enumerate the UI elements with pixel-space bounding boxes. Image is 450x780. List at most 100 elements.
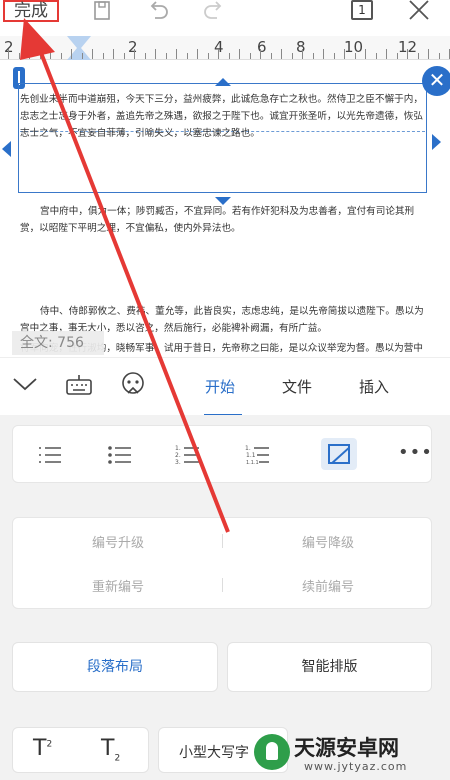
ruler-tick: [155, 49, 156, 59]
script-card: T2 T2: [12, 727, 149, 773]
tab-file[interactable]: 文件: [282, 376, 312, 397]
ruler-tick: [113, 49, 114, 59]
svg-text:1.1.1: 1.1.1: [246, 460, 259, 466]
word-count-badge: 全文: 756: [12, 331, 104, 355]
small-caps-button[interactable]: 小型大写字: [179, 742, 249, 762]
no-list-icon: [328, 444, 350, 464]
watermark: 天源安卓网 www.jytyaz.com: [248, 730, 448, 778]
ruler-tick: [39, 53, 41, 59]
paragraph-2: 宫中府中，俱为一体；陟罚臧否，不宜异同。若有作奸犯科及为忠善者，宜付有司论其刑赏…: [20, 206, 415, 234]
list-style-card: 1. 2. 3. 1. 1.1 1.1.1 •••: [12, 425, 432, 483]
ruler-number: 2: [128, 38, 138, 56]
svg-text:1.: 1.: [245, 445, 251, 452]
ruler-tick: [375, 53, 377, 59]
watermark-title: 天源安卓网: [294, 736, 399, 760]
subscript-mark: 2: [114, 753, 121, 764]
ruler-tick: [239, 49, 240, 59]
ruler-tick: [365, 49, 366, 59]
ruler-tick: [260, 49, 261, 59]
document-canvas[interactable]: ✕ 先创业未半而中道崩殂，今天下三分，益州疲弊，此诚危急存亡之秋也。然侍卫之臣不…: [0, 61, 450, 357]
ruler-tick: [165, 53, 167, 59]
ruler-tick: [249, 53, 251, 59]
ruler-tick: [407, 49, 408, 59]
ruler-number: 8: [296, 38, 306, 56]
paragraph-1: 先创业未半而中道崩殂，今天下三分，益州疲弊，此诚危急存亡之秋也。然侍卫之臣不懈于…: [20, 94, 423, 139]
ruler-tick: [281, 49, 282, 59]
undo-icon[interactable]: [146, 0, 172, 22]
smart-layout-button[interactable]: 智能排版: [227, 642, 432, 692]
ruler-number: 6: [257, 38, 267, 56]
svg-text:1.: 1.: [175, 445, 181, 452]
tab-start[interactable]: 开始: [205, 376, 235, 397]
promote-numbering-button[interactable]: 编号升级: [13, 532, 223, 551]
numbering-card: 编号升级 编号降级 重新编号 续前编号: [12, 517, 432, 609]
ruler-tick: [186, 53, 188, 59]
continue-numbering-button[interactable]: 续前编号: [223, 576, 433, 595]
ruler[interactable]: 2 2 4 6 8 10 12: [0, 36, 450, 60]
no-list-button[interactable]: [321, 438, 357, 470]
right-resize-handle[interactable]: [432, 134, 441, 150]
close-icon[interactable]: [406, 0, 432, 22]
ruler-tick: [417, 53, 419, 59]
superscript-base: T: [33, 736, 47, 761]
more-options-icon[interactable]: •••: [398, 442, 433, 463]
indent-marker-icon[interactable]: [66, 36, 92, 60]
ruler-tick: [302, 49, 303, 59]
ribbon-tab-bar: 开始 文件 插入: [0, 357, 450, 417]
assistant-icon[interactable]: [120, 372, 146, 401]
ruler-tick: [81, 53, 83, 59]
ruler-tick: [197, 49, 198, 59]
done-button[interactable]: 完成: [3, 0, 59, 22]
ruler-tick: [438, 53, 440, 59]
multilevel-list-icon[interactable]: 1. 1.1 1.1.1: [245, 442, 271, 468]
ruler-tick: [29, 49, 30, 59]
superscript-mark: 2: [46, 739, 53, 750]
watermark-logo-icon: [254, 734, 290, 770]
ruler-tick: [428, 49, 429, 59]
watermark-url: www.jytyaz.com: [304, 760, 408, 773]
restart-numbering-button[interactable]: 重新编号: [13, 576, 223, 595]
ruler-tick: [333, 53, 335, 59]
ruler-tick: [60, 53, 62, 59]
subscript-button[interactable]: T2: [101, 736, 120, 763]
ruler-tick: [8, 49, 9, 59]
ruler-tick: [228, 53, 230, 59]
bullet-list-icon[interactable]: [107, 442, 133, 468]
ruler-tick: [18, 53, 20, 59]
tab-insert[interactable]: 插入: [359, 376, 389, 397]
ruler-tick: [354, 53, 356, 59]
superscript-button[interactable]: T2: [33, 736, 52, 761]
demote-numbering-button[interactable]: 编号降级: [223, 532, 433, 551]
ruler-tick: [134, 49, 135, 59]
ruler-tick: [396, 53, 398, 59]
ruler-tick: [123, 53, 125, 59]
left-resize-handle[interactable]: [2, 141, 11, 157]
ruler-tick: [291, 53, 293, 59]
subscript-base: T: [101, 736, 115, 761]
plain-list-icon[interactable]: [37, 442, 63, 468]
ruler-tick: [344, 49, 345, 59]
redo-icon[interactable]: [200, 0, 226, 22]
svg-text:3.: 3.: [175, 459, 181, 466]
keyboard-icon[interactable]: [66, 374, 92, 401]
ruler-tick: [144, 53, 146, 59]
svg-text:1.1: 1.1: [246, 452, 256, 459]
ruler-tick: [92, 49, 93, 59]
ruler-tick: [323, 49, 324, 59]
paragraph-layout-button[interactable]: 段落布局: [12, 642, 218, 692]
ruler-tick: [386, 49, 387, 59]
ruler-tick: [50, 49, 51, 59]
page-count-icon[interactable]: 1: [351, 0, 373, 20]
ruler-tick: [102, 53, 104, 59]
ruler-tick: [207, 53, 209, 59]
ruler-tick: [270, 53, 272, 59]
numbered-list-icon[interactable]: 1. 2. 3.: [175, 442, 201, 468]
save-icon[interactable]: [89, 0, 115, 22]
top-resize-handle[interactable]: [215, 78, 231, 86]
ruler-tick: [71, 49, 72, 59]
ruler-tick: [176, 49, 177, 59]
collapse-chevron-icon[interactable]: [12, 374, 38, 398]
ruler-tick: [218, 49, 219, 59]
svg-text:2.: 2.: [175, 452, 181, 459]
format-panel: 1. 2. 3. 1. 1.1 1.1.1 ••• 编号升级 编号降级 重新编号 续前编…: [0, 415, 450, 780]
